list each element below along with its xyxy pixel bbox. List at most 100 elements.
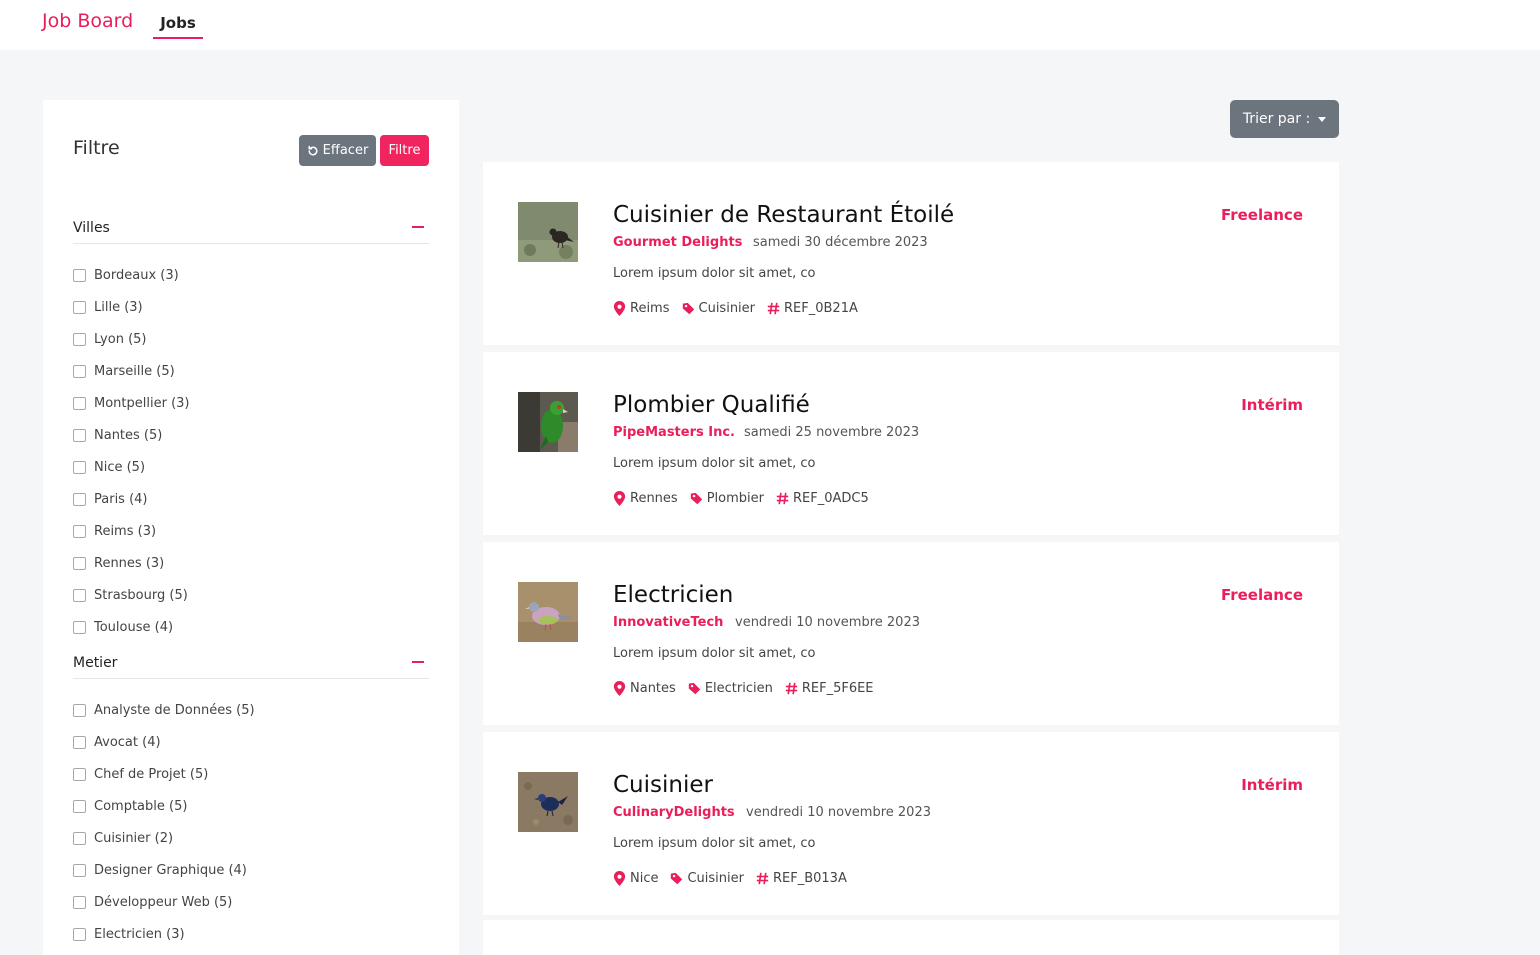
filter-option-ville[interactable]: Lyon (5)	[73, 330, 146, 348]
job-card-partial[interactable]	[483, 920, 1339, 955]
job-city: Reims	[630, 301, 670, 316]
filter-checkbox[interactable]	[73, 863, 86, 877]
job-card[interactable]: Cuisinier de Restaurant Étoilé Gourmet De…	[483, 162, 1339, 345]
sort-dropdown-button[interactable]: Trier par :	[1230, 100, 1339, 138]
filter-checkbox[interactable]	[73, 831, 86, 845]
filter-checkbox[interactable]	[73, 524, 86, 538]
job-title[interactable]: Cuisinier	[613, 772, 713, 798]
filter-option-label: Strasbourg (5)	[94, 587, 188, 603]
apply-filter-button[interactable]: Filtre	[380, 135, 429, 166]
job-category: Cuisinier	[698, 301, 756, 316]
hash-icon	[785, 681, 798, 696]
filter-option-metier[interactable]: Avocat (4)	[73, 733, 161, 751]
filter-checkbox[interactable]	[73, 268, 86, 282]
filter-checkbox[interactable]	[73, 364, 86, 378]
filter-option-ville[interactable]: Lille (3)	[73, 298, 143, 316]
filter-option-label: Bordeaux (3)	[94, 267, 179, 283]
filter-checkbox[interactable]	[73, 428, 86, 442]
tag-icon	[690, 491, 703, 506]
job-city: Rennes	[630, 491, 678, 506]
job-description: Lorem ipsum dolor sit amet, co	[613, 836, 816, 851]
filter-option-metier[interactable]: Développeur Web (5)	[73, 893, 232, 911]
filter-title: Filtre	[73, 137, 120, 159]
tag-icon	[670, 871, 683, 886]
filter-checkbox[interactable]	[73, 396, 86, 410]
filter-option-ville[interactable]: Marseille (5)	[73, 362, 175, 380]
job-card[interactable]: Electricien InnovativeTech vendredi 10 nov…	[483, 542, 1339, 725]
contract-type-badge: Intérim	[1241, 396, 1303, 414]
metier-section-header: Metier	[73, 655, 429, 679]
filter-option-ville[interactable]: Strasbourg (5)	[73, 586, 188, 604]
filter-checkbox[interactable]	[73, 703, 86, 717]
filter-option-metier[interactable]: Comptable (5)	[73, 797, 187, 815]
filter-checkbox[interactable]	[73, 620, 86, 634]
filter-option-label: Toulouse (4)	[94, 619, 174, 635]
filter-option-ville[interactable]: Paris (4)	[73, 490, 148, 508]
job-city: Nice	[630, 871, 659, 886]
filter-option-label: Designer Graphique (4)	[94, 862, 247, 878]
job-reference: REF_0B21A	[784, 301, 858, 316]
filter-option-label: Marseille (5)	[94, 363, 175, 379]
company-name[interactable]: Gourmet Delights	[613, 235, 742, 250]
job-category: Cuisinier	[687, 871, 744, 886]
nav-tab-jobs[interactable]: Jobs	[153, 14, 203, 39]
filter-option-ville[interactable]: Reims (3)	[73, 522, 156, 540]
filter-checkbox[interactable]	[73, 799, 86, 813]
filter-checkbox[interactable]	[73, 492, 86, 506]
hash-icon	[767, 301, 780, 316]
map-pin-icon	[613, 301, 626, 316]
clear-filters-button[interactable]: Effacer	[299, 135, 376, 166]
filter-checkbox[interactable]	[73, 588, 86, 602]
job-meta: Nantes Electricien REF_5F6EE	[613, 681, 886, 696]
filter-checkbox[interactable]	[73, 556, 86, 570]
job-meta: Reims Cuisinier REF_0B21A	[613, 301, 870, 316]
job-card[interactable]: Cuisinier CulinaryDelights vendredi 10 nov…	[483, 732, 1339, 915]
filter-option-metier[interactable]: Electricien (3)	[73, 925, 185, 943]
filter-checkbox[interactable]	[73, 332, 86, 346]
undo-icon	[307, 145, 319, 157]
job-title[interactable]: Electricien	[613, 582, 733, 608]
filter-option-metier[interactable]: Designer Graphique (4)	[73, 861, 247, 879]
job-description: Lorem ipsum dolor sit amet, co	[613, 266, 816, 281]
filter-option-metier[interactable]: Chef de Projet (5)	[73, 765, 208, 783]
filter-option-ville[interactable]: Nantes (5)	[73, 426, 162, 444]
job-description: Lorem ipsum dolor sit amet, co	[613, 646, 816, 661]
filter-option-label: Lille (3)	[94, 299, 143, 315]
filter-checkbox[interactable]	[73, 300, 86, 314]
company-name[interactable]: CulinaryDelights	[613, 805, 735, 820]
job-city: Nantes	[630, 681, 676, 696]
job-title[interactable]: Plombier Qualifié	[613, 392, 810, 418]
filter-checkbox[interactable]	[73, 927, 86, 941]
filter-checkbox[interactable]	[73, 767, 86, 781]
contract-type-badge: Freelance	[1220, 206, 1303, 224]
filter-checkbox[interactable]	[73, 895, 86, 909]
filter-option-label: Nantes (5)	[94, 427, 163, 443]
job-description: Lorem ipsum dolor sit amet, co	[613, 456, 816, 471]
filter-option-ville[interactable]: Nice (5)	[73, 458, 145, 476]
filter-option-label: Reims (3)	[94, 523, 157, 539]
filter-option-label: Nice (5)	[94, 459, 146, 475]
filter-option-ville[interactable]: Rennes (3)	[73, 554, 164, 572]
job-card[interactable]: Plombier Qualifié PipeMasters Inc. samedi …	[483, 352, 1339, 535]
filter-option-metier[interactable]: Analyste de Données (5)	[73, 701, 255, 719]
filter-checkbox[interactable]	[73, 735, 86, 749]
job-title[interactable]: Cuisinier de Restaurant Étoilé	[613, 202, 954, 228]
clear-filters-label: Effacer	[322, 143, 369, 158]
company-name[interactable]: InnovativeTech	[613, 615, 723, 630]
filter-option-label: Rennes (3)	[94, 555, 165, 571]
collapse-metier-icon[interactable]	[412, 661, 424, 663]
company-name[interactable]: PipeMasters Inc.	[613, 425, 735, 440]
filter-option-ville[interactable]: Bordeaux (3)	[73, 266, 179, 284]
map-pin-icon	[613, 871, 626, 886]
filter-option-ville[interactable]: Montpellier (3)	[73, 394, 189, 412]
filter-option-metier[interactable]: Cuisinier (2)	[73, 829, 173, 847]
filter-option-label: Electricien (3)	[94, 926, 185, 942]
job-category: Plombier	[706, 491, 764, 506]
company-logo	[518, 582, 578, 642]
brand-logo[interactable]: Job Board	[42, 10, 133, 32]
filter-checkbox[interactable]	[73, 460, 86, 474]
filter-option-ville[interactable]: Toulouse (4)	[73, 618, 173, 636]
collapse-villes-icon[interactable]	[412, 226, 424, 228]
posted-date: samedi 30 décembre 2023	[753, 235, 928, 250]
villes-section-header: Villes	[73, 220, 429, 244]
